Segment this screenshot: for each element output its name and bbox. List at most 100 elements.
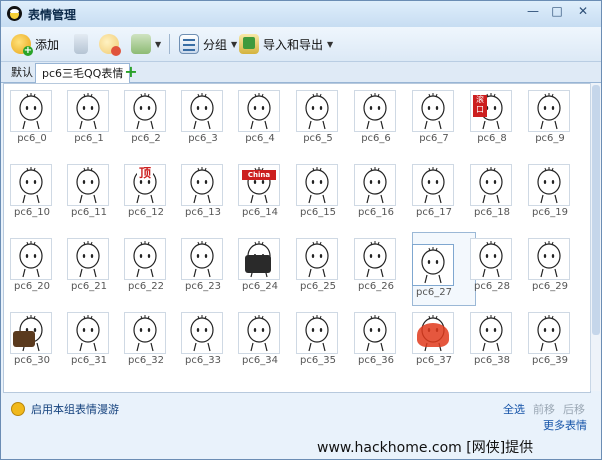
emoji-image [412, 90, 454, 132]
delete-button[interactable] [71, 32, 88, 56]
emoji-cell[interactable]: pc6_9 [522, 88, 578, 146]
emoji-cell[interactable]: pc6_6 [348, 88, 404, 146]
emoji-cell[interactable]: 顶 pc6_12 [118, 162, 174, 220]
emoji-name: pc6_23 [185, 281, 221, 292]
emoji-name: pc6_26 [358, 281, 394, 292]
move-button[interactable]: ▼ [131, 32, 161, 56]
emoji-cell[interactable]: 滚 口 pc6_8 [464, 88, 520, 146]
emoji-cell[interactable]: pc6_3 [175, 88, 231, 146]
emoji-cell[interactable]: pc6_16 [348, 162, 404, 220]
emoji-cell[interactable]: pc6_10 [4, 162, 60, 220]
emoji-cell[interactable]: pc6_18 [464, 162, 520, 220]
chevron-down-icon: ▼ [231, 39, 238, 49]
minimize-button[interactable]: — [523, 3, 543, 19]
emoji-name: pc6_18 [474, 207, 510, 218]
emoji-cell[interactable]: pc6_13 [175, 162, 231, 220]
roam-icon [11, 402, 25, 416]
emoji-name: pc6_35 [300, 355, 336, 366]
emoji-cell[interactable]: pc6_23 [175, 236, 231, 294]
roam-label: 启用本组表情漫游 [31, 403, 119, 416]
emoji-name: pc6_6 [361, 133, 391, 144]
title-bar[interactable]: 表情管理 — □ ✕ [1, 1, 601, 27]
clear-icon [99, 34, 121, 56]
emoji-cell[interactable]: pc6_21 [61, 236, 117, 294]
emoji-cell[interactable]: pc6_30 [4, 310, 60, 368]
emoji-cell[interactable]: pc6_7 [406, 88, 462, 146]
vertical-scrollbar[interactable] [590, 83, 601, 391]
import-export-button[interactable]: 导入和导出 ▼ [239, 32, 333, 56]
emoji-name: pc6_4 [245, 133, 275, 144]
window-title: 表情管理 [28, 8, 77, 22]
emoji-cell[interactable]: pc6_5 [290, 88, 346, 146]
add-tab-button[interactable]: + [123, 64, 139, 80]
close-button[interactable]: ✕ [569, 3, 597, 19]
emoji-cell[interactable]: pc6_11 [61, 162, 117, 220]
emoji-cell[interactable]: pc6_37 [406, 310, 462, 368]
emoji-cell[interactable]: pc6_33 [175, 310, 231, 368]
emoji-image [354, 238, 396, 280]
emoji-cell[interactable]: pc6_29 [522, 236, 578, 294]
emoji-cell[interactable]: pc6_26 [348, 236, 404, 294]
fire-icon [417, 323, 449, 347]
emoji-name: pc6_21 [71, 281, 107, 292]
emoji-cell[interactable]: pc6_22 [118, 236, 174, 294]
emoji-cell[interactable]: China pc6_14 [232, 162, 288, 220]
emoji-cell[interactable]: pc6_1 [61, 88, 117, 146]
emoji-image [412, 164, 454, 206]
emoji-name: pc6_8 [477, 133, 507, 144]
emoji-name: pc6_22 [128, 281, 164, 292]
emoji-name: pc6_20 [14, 281, 50, 292]
emoji-cell[interactable]: pc6_17 [406, 162, 462, 220]
roam-toggle[interactable]: 启用本组表情漫游 [11, 401, 119, 417]
emoji-image [238, 90, 280, 132]
scrollbar-thumb[interactable] [592, 85, 600, 335]
group-tabs: 默认 pc6三毛QQ表情 + [1, 62, 601, 83]
emoji-cell[interactable]: pc6_0 [4, 88, 60, 146]
tab-default[interactable]: 默认 [5, 63, 39, 82]
group-button[interactable]: 分组 ▼ [179, 32, 237, 56]
bag-icon [245, 255, 271, 273]
emoji-image [67, 164, 109, 206]
emoji-image [10, 312, 52, 354]
emoji-cell[interactable]: pc6_4 [232, 88, 288, 146]
move-forward-link[interactable]: 前移 [533, 401, 555, 417]
emoji-image [67, 312, 109, 354]
emoji-cell[interactable]: pc6_32 [118, 310, 174, 368]
bag-icon [13, 331, 35, 347]
clear-button[interactable] [99, 32, 121, 56]
emoji-image [470, 164, 512, 206]
tab-pc6-sanmao[interactable]: pc6三毛QQ表情 [35, 63, 131, 83]
chevron-down-icon: ▼ [327, 39, 334, 49]
emoji-name: pc6_37 [416, 355, 452, 366]
emoji-image [412, 312, 454, 354]
emoji-name: pc6_13 [185, 207, 221, 218]
emoji-cell[interactable]: pc6_39 [522, 310, 578, 368]
emoji-image [528, 312, 570, 354]
emoji-cell[interactable]: pc6_19 [522, 162, 578, 220]
emoji-image [238, 238, 280, 280]
emoji-cell[interactable]: pc6_20 [4, 236, 60, 294]
qq-penguin-icon [7, 6, 22, 21]
emoji-cell[interactable]: pc6_31 [61, 310, 117, 368]
add-button[interactable]: + 添加 [11, 32, 59, 56]
emoji-cell[interactable]: pc6_35 [290, 310, 346, 368]
move-backward-link[interactable]: 后移 [563, 401, 585, 417]
select-all-link[interactable]: 全选 [503, 401, 525, 417]
emoji-cell[interactable]: pc6_36 [348, 310, 404, 368]
emoji-image [470, 238, 512, 280]
maximize-button[interactable]: □ [547, 3, 567, 19]
emoji-cell[interactable]: pc6_2 [118, 88, 174, 146]
emoji-name: pc6_19 [532, 207, 568, 218]
group-label: 分组 [203, 37, 228, 52]
emoji-image [528, 90, 570, 132]
emoji-image [354, 164, 396, 206]
emoji-cell[interactable]: pc6_24 [232, 236, 288, 294]
emoji-name: pc6_29 [532, 281, 568, 292]
emoji-cell[interactable]: pc6_38 [464, 310, 520, 368]
emoji-cell[interactable]: pc6_15 [290, 162, 346, 220]
emoji-sign-text: China [242, 170, 276, 180]
emoji-cell[interactable]: pc6_34 [232, 310, 288, 368]
emoji-cell[interactable]: pc6_28 [464, 236, 520, 294]
emoji-cell[interactable]: pc6_25 [290, 236, 346, 294]
emoji-cell[interactable]: pc6_27 [406, 242, 462, 300]
